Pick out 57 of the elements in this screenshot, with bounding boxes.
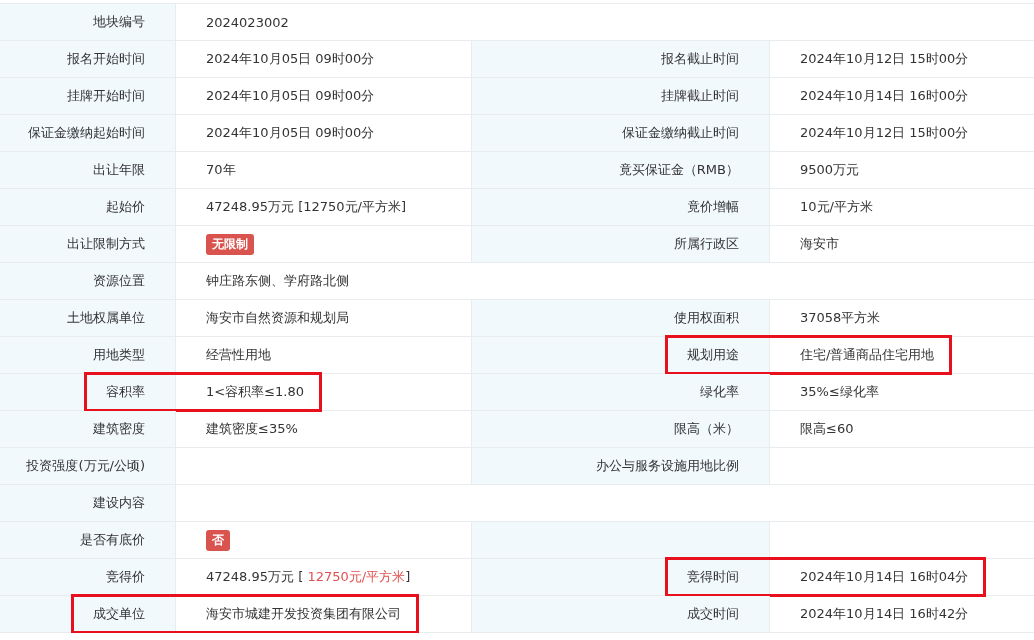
field-label: 保证金缴纳截止时间 [622, 124, 739, 142]
field-label: 土地权属单位 [67, 309, 145, 327]
field-value: 2024年10月14日 16时00分 [800, 87, 969, 105]
field-value: 钟庄路东侧、学府路北侧 [206, 272, 349, 290]
field-label: 用地类型 [93, 346, 145, 364]
field-label: 竟买保证金（RMB） [618, 161, 739, 179]
field-label: 建设内容 [93, 494, 145, 512]
field-value: 海安市自然资源和规划局 [206, 309, 349, 327]
field-label: 限高（米） [674, 420, 739, 438]
field-label: 投资强度(万元/公顷) [26, 457, 145, 475]
field-value: 2024年10月14日 16时42分 [800, 605, 969, 623]
field-label: 所属行政区 [674, 235, 739, 253]
field-label: 挂牌开始时间 [67, 87, 145, 105]
field-value: 10元/平方米 [800, 198, 873, 216]
field-value: 经营性用地 [206, 346, 271, 364]
field-label: 规划用途 [687, 346, 739, 364]
field-value: 2024年10月05日 09时00分 [206, 87, 375, 105]
field-value: 2024年10月14日 16时04分 [800, 568, 969, 586]
field-label: 建筑密度 [93, 420, 145, 438]
field-value: 37058平方米 [800, 309, 881, 327]
field-label: 竞得时间 [687, 568, 739, 586]
field-value: 限高≤60 [800, 420, 854, 438]
field-value: 2024年10月05日 09时00分 [206, 124, 375, 142]
field-label: 挂牌截止时间 [661, 87, 739, 105]
field-label: 成交单位 [93, 605, 145, 623]
field-label: 报名开始时间 [67, 50, 145, 68]
field-label: 出让限制方式 [67, 235, 145, 253]
field-value: 47248.95万元 [ 12750元/平方米] [206, 568, 411, 586]
field-value: 2024年10月05日 09时00分 [206, 50, 375, 68]
field-label: 绿化率 [700, 383, 739, 401]
field-label: 保证金缴纳起始时间 [28, 124, 145, 142]
field-value: 2024023002 [206, 14, 289, 30]
field-value: 9500万元 [800, 161, 860, 179]
field-label: 出让年限 [93, 161, 145, 179]
status-badge: 否 [206, 529, 230, 551]
field-label: 报名截止时间 [661, 50, 739, 68]
field-label: 容积率 [106, 383, 145, 401]
field-label: 竞得价 [106, 568, 145, 586]
field-label: 地块编号 [93, 13, 145, 31]
field-value: 建筑密度≤35% [206, 420, 298, 438]
field-value: 2024年10月12日 15时00分 [800, 124, 969, 142]
field-value: 2024年10月12日 15时00分 [800, 50, 969, 68]
field-value: 海安市城建开发投资集团有限公司 [206, 605, 401, 623]
field-value: 1<容积率≤1.80 [206, 383, 304, 401]
field-value: 70年 [206, 161, 236, 179]
field-value: 35%≤绿化率 [800, 383, 879, 401]
field-value: 海安市 [800, 235, 839, 253]
field-label: 是否有底价 [80, 531, 145, 549]
field-label: 使用权面积 [674, 309, 739, 327]
field-label: 成交时间 [687, 605, 739, 623]
field-label: 资源位置 [93, 272, 145, 290]
field-label: 起始价 [106, 198, 145, 216]
field-label: 办公与服务设施用地比例 [596, 457, 739, 475]
field-value: 住宅/普通商品住宅用地 [800, 346, 935, 364]
status-badge: 无限制 [206, 233, 254, 255]
field-value: 47248.95万元 [12750元/平方米] [206, 198, 407, 216]
field-label: 竟价增幅 [687, 198, 739, 216]
